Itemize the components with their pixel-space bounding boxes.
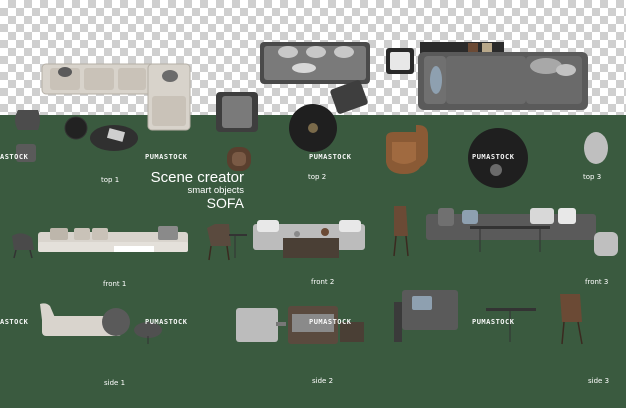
front1-sofa-group — [12, 226, 188, 259]
title-category: SOFA — [206, 195, 244, 211]
watermark-text: PUMASTOCK — [145, 318, 188, 326]
watermark-text: PUMASTOCK — [472, 153, 515, 161]
front2-sofa-group — [207, 220, 365, 261]
top3-sofa-group — [416, 42, 608, 188]
watermark-text: PUMASTOCK — [309, 318, 352, 326]
top3-leather-chair — [386, 132, 422, 174]
label-side2: side 2 — [312, 377, 334, 385]
scene-canvas: Scene creator smart objects SOFA top 1 t… — [0, 0, 626, 408]
label-front1: front 1 — [103, 280, 127, 288]
front3-sofa-group — [393, 206, 618, 257]
watermark-text: ASTOCK — [0, 318, 29, 326]
top1-armchair — [216, 92, 258, 132]
watermark-text: PUMASTOCK — [472, 318, 515, 326]
label-side3: side 3 — [588, 377, 610, 385]
title-block: Scene creator smart objects SOFA — [138, 170, 244, 211]
title-main: Scene creator — [150, 169, 244, 186]
label-top2: top 2 — [308, 173, 327, 181]
watermark-text: PUMASTOCK — [309, 153, 352, 161]
watermark-text: PUMASTOCK — [145, 153, 188, 161]
label-top3: top 3 — [583, 173, 602, 181]
watermark-text: ASTOCK — [0, 153, 29, 161]
label-front3: front 3 — [585, 278, 609, 286]
label-side1: side 1 — [104, 379, 126, 387]
label-top1: top 1 — [101, 176, 120, 184]
label-front2: front 2 — [311, 278, 335, 286]
